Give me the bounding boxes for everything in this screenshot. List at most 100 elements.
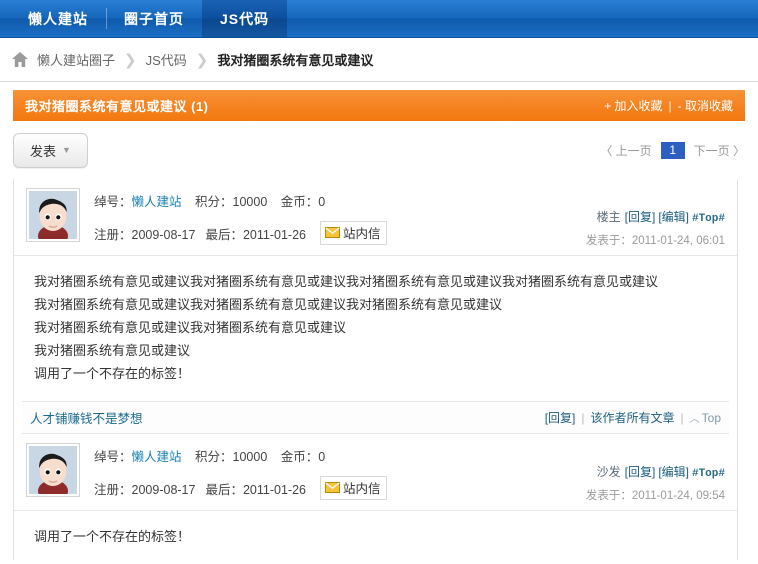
posted-label: 发表于：	[585, 490, 632, 502]
private-message-button[interactable]: 站内信	[320, 221, 387, 245]
post-body: 调用了一个不存在的标签！	[14, 511, 737, 560]
lastlogin-group: 最后：2011-01-26	[205, 479, 306, 498]
post-header: 绰号：懒人建站 积分：10000 金币：0 注册：2009-08-17 最后：2…	[14, 434, 737, 511]
mail-icon	[325, 482, 340, 493]
back-to-top-button[interactable]: ︿ Top	[689, 410, 721, 426]
points-label: 积分：	[195, 195, 233, 209]
reply-link[interactable]: [回复]	[625, 210, 656, 224]
top-navigation: 懒人建站 圈子首页 JS代码	[0, 0, 758, 38]
points-value: 10000	[232, 195, 268, 209]
nav-item-js-code[interactable]: JS代码	[202, 0, 288, 37]
register-label: 注册：	[94, 482, 132, 497]
posted-at: 2011-01-24, 06:01	[631, 235, 725, 247]
post-button[interactable]: 发表 ▼	[13, 132, 88, 168]
coins-group: 金币：0	[281, 195, 325, 209]
post-footer: 人才铺赚钱不是梦想 [回复] | 该作者所有文章 | ︿ Top	[22, 401, 729, 434]
pagination-next[interactable]: 下一页 〉	[694, 142, 745, 159]
points-value: 10000	[232, 450, 268, 464]
nickname-group: 绰号：懒人建站	[94, 450, 182, 464]
page-title: 我对猪圈系统有意见或建议 (1)	[25, 99, 209, 114]
posts-panel: 绰号：懒人建站 积分：10000 金币：0 注册：2009-08-17 最后：2…	[13, 179, 738, 560]
footer-divider: |	[581, 410, 585, 425]
top-marker: #Top#	[691, 213, 725, 225]
post-actions: 沙发 [回复] [编辑] #Top#	[586, 463, 725, 480]
post-timestamp: 发表于：2011-01-24, 09:54	[586, 487, 725, 503]
user-dates-row: 注册：2009-08-17 最后：2011-01-26 站内信	[94, 221, 586, 245]
pagination-page-1[interactable]: 1	[660, 141, 685, 159]
pagination-prev[interactable]: 〈 上一页	[600, 142, 651, 159]
lastlogin-group: 最后：2011-01-26	[205, 224, 306, 243]
coins-value: 0	[318, 450, 326, 464]
nav-item-label: 懒人建站	[28, 10, 88, 27]
nickname-label: 绰号：	[94, 450, 132, 464]
register-date: 2009-08-17	[131, 482, 196, 497]
posted-at: 2011-01-24, 09:54	[631, 490, 725, 502]
nickname-label: 绰号：	[94, 195, 132, 209]
chevron-down-icon: ▼	[62, 145, 71, 155]
post-body-line: 我对猪圈系统有意见或建议我对猪圈系统有意见或建议我对猪圈系统有意见或建议我对猪圈…	[34, 274, 659, 289]
coins-label: 金币：	[280, 450, 319, 464]
private-message-label: 站内信	[343, 482, 381, 496]
breadcrumb-separator: ❯	[124, 51, 137, 69]
coins-group: 金币：0	[281, 450, 325, 464]
reply-link[interactable]: [回复]	[625, 465, 656, 479]
avatar[interactable]	[26, 188, 80, 242]
private-message-label: 站内信	[343, 227, 381, 241]
post-button-label: 发表	[30, 143, 57, 159]
add-favorite-link[interactable]: + 加入收藏	[604, 99, 662, 113]
post-timestamp: 发表于：2011-01-24, 06:01	[586, 232, 725, 248]
footer-divider: |	[680, 410, 684, 425]
posted-label: 发表于：	[585, 235, 632, 247]
post-item: 绰号：懒人建站 积分：10000 金币：0 注册：2009-08-17 最后：2…	[14, 434, 737, 560]
post-footer-links: [回复] | 该作者所有文章 | ︿ Top	[545, 409, 721, 426]
floor-badge: 沙发	[596, 465, 621, 479]
post-body-line: 我对猪圈系统有意见或建议	[34, 343, 191, 358]
favorite-divider: |	[668, 99, 672, 113]
floor-badge: 楼主	[596, 210, 621, 224]
pagination: 〈 上一页 1 下一页 〉	[600, 141, 745, 159]
post-item: 绰号：懒人建站 积分：10000 金币：0 注册：2009-08-17 最后：2…	[14, 179, 737, 434]
thread-toolbar: 发表 ▼ 〈 上一页 1 下一页 〉	[13, 121, 745, 179]
back-to-top-label: Top	[701, 410, 721, 425]
post-body-line: 我对猪圈系统有意见或建议我对猪圈系统有意见或建议	[34, 320, 347, 335]
nav-item-home[interactable]: 懒人建站	[10, 0, 106, 37]
private-message-button[interactable]: 站内信	[320, 476, 387, 500]
coins-value: 0	[318, 195, 326, 209]
user-stats-row: 绰号：懒人建站 积分：10000 金币：0	[94, 191, 586, 210]
thread-title-bar: 我对猪圈系统有意见或建议 (1) + 加入收藏 | - 取消收藏	[13, 90, 745, 121]
user-info: 绰号：懒人建站 积分：10000 金币：0 注册：2009-08-17 最后：2…	[94, 443, 586, 500]
author-posts-link[interactable]: 该作者所有文章	[591, 409, 675, 426]
signature-link[interactable]: 人才铺赚钱不是梦想	[30, 408, 143, 427]
remove-favorite-link[interactable]: - 取消收藏	[678, 99, 733, 113]
edit-link[interactable]: [编辑]	[658, 465, 689, 479]
post-meta: 楼主 [回复] [编辑] #Top# 发表于：2011-01-24, 06:01	[586, 188, 725, 248]
nickname-group: 绰号：懒人建站	[94, 195, 182, 209]
avatar[interactable]	[26, 443, 80, 497]
points-group: 积分：10000	[195, 450, 267, 464]
breadcrumb-item-0[interactable]: 懒人建站圈子	[37, 50, 115, 69]
user-stats-row: 绰号：懒人建站 积分：10000 金币：0	[94, 446, 586, 465]
points-group: 积分：10000	[195, 195, 267, 209]
post-body-line: 调用了一个不存在的标签！	[34, 529, 191, 544]
edit-link[interactable]: [编辑]	[658, 210, 689, 224]
lastlogin-label: 最后：	[205, 482, 243, 497]
top-marker: #Top#	[691, 468, 725, 480]
breadcrumb-separator: ❯	[195, 51, 209, 69]
username-link[interactable]: 懒人建站	[132, 450, 182, 464]
post-body-line: 我对猪圈系统有意见或建议我对猪圈系统有意见或建议我对猪圈系统有意见或建议	[34, 297, 503, 312]
points-label: 积分：	[195, 450, 233, 464]
mail-icon	[325, 227, 340, 238]
nav-item-circle-home[interactable]: 圈子首页	[106, 0, 202, 37]
lastlogin-date: 2011-01-26	[242, 482, 306, 497]
caret-up-icon: ︿	[689, 414, 700, 425]
register-date: 2009-08-17	[131, 227, 196, 242]
username-link[interactable]: 懒人建站	[132, 195, 182, 209]
post-body: 我对猪圈系统有意见或建议我对猪圈系统有意见或建议我对猪圈系统有意见或建议我对猪圈…	[14, 256, 737, 397]
register-label: 注册：	[94, 227, 132, 242]
lastlogin-label: 最后：	[205, 227, 243, 242]
home-icon[interactable]	[12, 52, 28, 67]
coins-label: 金币：	[280, 195, 319, 209]
user-dates-row: 注册：2009-08-17 最后：2011-01-26 站内信	[94, 476, 586, 500]
breadcrumb-item-1[interactable]: JS代码	[146, 50, 187, 69]
footer-reply-link[interactable]: [回复]	[545, 409, 576, 426]
